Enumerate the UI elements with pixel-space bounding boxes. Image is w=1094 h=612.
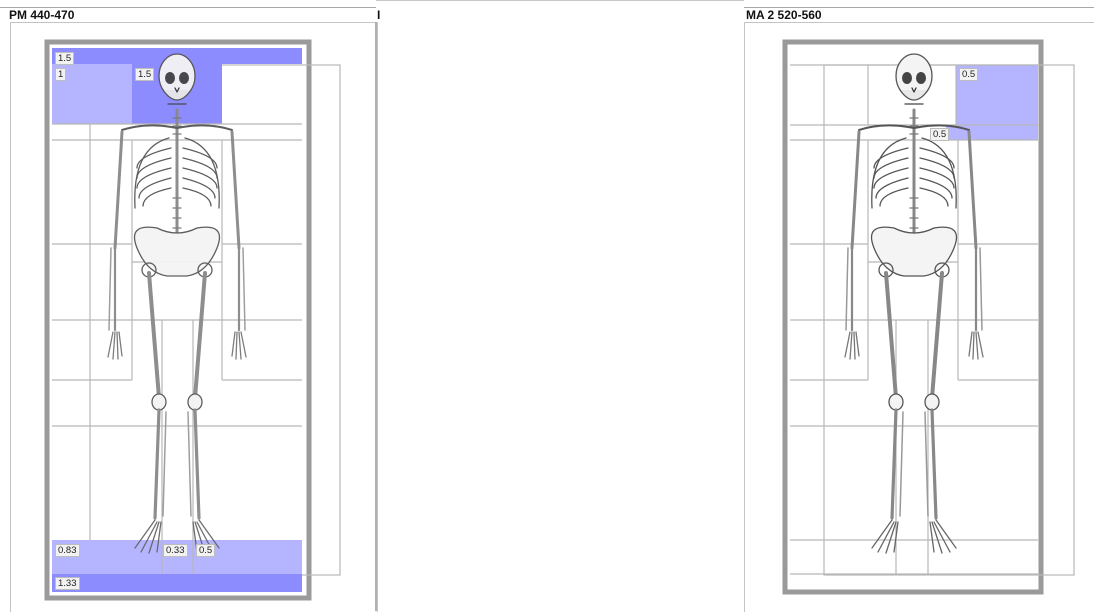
left-skeleton-stage	[0, 0, 376, 611]
left-foot-mid-value: 0.33	[163, 544, 188, 557]
left-head-left-value: 1	[55, 68, 67, 81]
left-foot-right-value: 0.5	[196, 544, 216, 557]
left-bottom-band	[52, 574, 302, 592]
right-diagram	[782, 39, 1075, 595]
left-head-right-value: 1.5	[135, 68, 155, 81]
left-diagram	[44, 39, 341, 601]
middle-panel-title: I	[377, 8, 381, 22]
left-top-band-value: 1.5	[55, 52, 75, 65]
right-head-upper-value: 0.5	[959, 68, 979, 81]
right-head-lower-value: 0.5	[930, 128, 950, 141]
left-foot-left-value: 0.83	[55, 544, 80, 557]
left-bottom-band-value: 1.33	[55, 577, 80, 590]
top-border-middle	[376, 0, 744, 1]
right-skeleton-stage	[744, 0, 1094, 611]
